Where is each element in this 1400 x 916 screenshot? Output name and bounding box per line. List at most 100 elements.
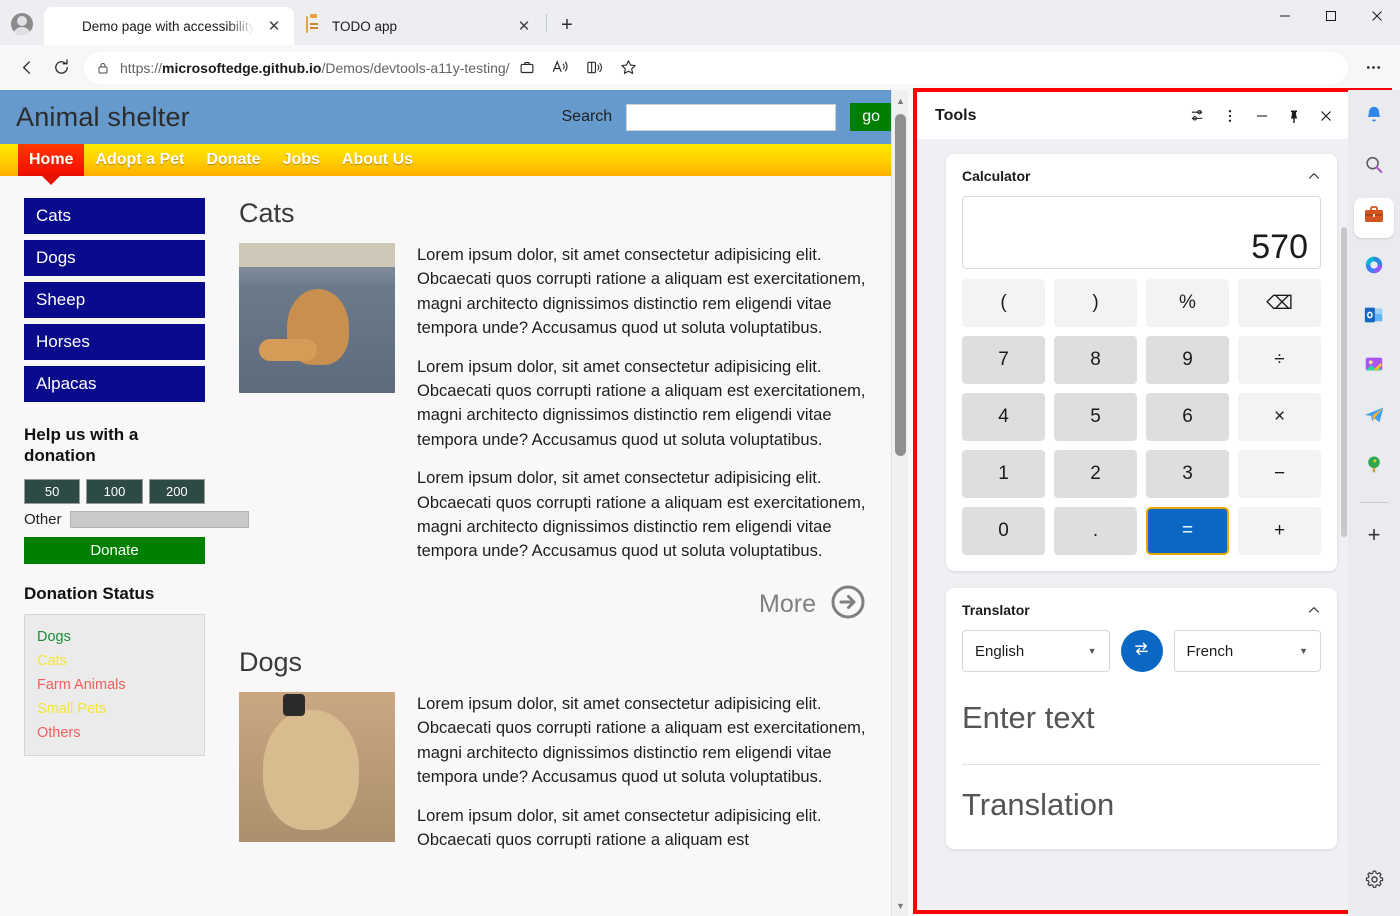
chevron-up-icon[interactable]: [1307, 603, 1321, 617]
nav-item-home[interactable]: Home: [18, 144, 84, 176]
favorites-star-icon[interactable]: [612, 51, 646, 85]
calculator-header: Calculator: [962, 168, 1321, 184]
tools-panel-scrollbar-thumb[interactable]: [1341, 227, 1347, 537]
nav-item-jobs[interactable]: Jobs: [272, 144, 331, 176]
maximize-window-icon[interactable]: [1308, 0, 1354, 32]
calc-key-close-paren[interactable]: ): [1054, 279, 1137, 327]
minimize-icon[interactable]: [1247, 101, 1277, 131]
category-dogs[interactable]: Dogs: [24, 240, 205, 276]
more-link-cats[interactable]: More: [239, 584, 866, 625]
refresh-icon[interactable]: [44, 51, 78, 85]
donation-status-list: Dogs Cats Farm Animals Small Pets Others: [24, 614, 205, 756]
calc-key-percent[interactable]: %: [1146, 279, 1229, 327]
scroll-down-icon[interactable]: ▼: [892, 897, 909, 914]
minimize-window-icon[interactable]: [1262, 0, 1308, 32]
collections-icon[interactable]: [510, 51, 544, 85]
category-sheep[interactable]: Sheep: [24, 282, 205, 318]
address-bar[interactable]: https://microsoftedge.github.io/Demos/de…: [84, 52, 1348, 84]
more-vertical-icon[interactable]: [1215, 101, 1245, 131]
calc-key-multiply[interactable]: ×: [1238, 393, 1321, 441]
calc-key-6[interactable]: 6: [1146, 393, 1229, 441]
calc-key-1[interactable]: 1: [962, 450, 1045, 498]
status-item-cats: Cats: [37, 649, 192, 673]
avatar: [11, 13, 33, 35]
target-language-value: French: [1187, 643, 1234, 660]
pin-icon[interactable]: [1279, 101, 1309, 131]
sidebar-item-image-editor[interactable]: [1354, 348, 1394, 388]
source-language-select[interactable]: English ▼: [962, 630, 1110, 672]
sidebar-item-copilot[interactable]: [1354, 248, 1394, 288]
calc-key-2[interactable]: 2: [1054, 450, 1137, 498]
calculator-display[interactable]: 570: [962, 196, 1321, 269]
tab-close-icon[interactable]: ✕: [512, 14, 536, 38]
calculator-card: Calculator 570 ( ) % ⌫ 7 8 9 ÷: [946, 154, 1337, 571]
calc-key-decimal[interactable]: .: [1054, 507, 1137, 555]
calc-key-minus[interactable]: −: [1238, 450, 1321, 498]
calc-key-8[interactable]: 8: [1054, 336, 1137, 384]
calc-key-open-paren[interactable]: (: [962, 279, 1045, 327]
search-input[interactable]: [626, 104, 836, 131]
close-window-icon[interactable]: [1354, 0, 1400, 32]
sidebar-item-games[interactable]: [1354, 448, 1394, 488]
settings-sliders-icon[interactable]: [1183, 101, 1213, 131]
chevron-down-icon: ▼: [1088, 646, 1097, 656]
read-aloud-icon[interactable]: [544, 51, 578, 85]
arrow-right-circle-icon: [830, 584, 866, 625]
category-cats[interactable]: Cats: [24, 198, 205, 234]
tab-demo-page[interactable]: Demo page with accessibility iss ✕: [44, 7, 294, 45]
page-body: Cats Dogs Sheep Horses Alpacas Help us w…: [0, 176, 908, 866]
paragraph: Lorem ipsum dolor, sit amet consectetur …: [417, 355, 866, 453]
calc-key-7[interactable]: 7: [962, 336, 1045, 384]
calc-key-5[interactable]: 5: [1054, 393, 1137, 441]
tab-close-icon[interactable]: ✕: [262, 14, 286, 38]
chevron-up-icon[interactable]: [1307, 169, 1321, 183]
tools-panel: Tools: [917, 92, 1351, 910]
nav-item-about-us[interactable]: About Us: [331, 144, 424, 176]
calculator-display-value: 570: [1251, 230, 1308, 264]
sidebar-item-search[interactable]: [1354, 148, 1394, 188]
calc-key-0[interactable]: 0: [962, 507, 1045, 555]
page-scrollbar[interactable]: ▲ ▼: [891, 90, 908, 916]
more-label: More: [759, 590, 816, 619]
calc-key-3[interactable]: 3: [1146, 450, 1229, 498]
edge-logo-icon: [56, 17, 74, 35]
tools-panel-scrollbar[interactable]: [1340, 147, 1348, 877]
donation-status-heading: Donation Status: [24, 584, 205, 604]
sidebar-item-notifications[interactable]: [1354, 98, 1394, 138]
category-alpacas[interactable]: Alpacas: [24, 366, 205, 402]
tab-title: TODO app: [332, 19, 504, 34]
scroll-up-icon[interactable]: ▲: [892, 92, 909, 109]
more-options-icon[interactable]: [1356, 51, 1390, 85]
category-horses[interactable]: Horses: [24, 324, 205, 360]
donation-amount-200[interactable]: 200: [149, 479, 205, 504]
calc-key-plus[interactable]: +: [1238, 507, 1321, 555]
close-icon[interactable]: [1311, 101, 1341, 131]
sidebar-add-button[interactable]: +: [1354, 515, 1394, 555]
translator-header: Translator: [962, 602, 1321, 618]
page-scrollbar-thumb[interactable]: [895, 114, 906, 456]
search-go-button[interactable]: go: [850, 103, 892, 131]
swap-languages-button[interactable]: [1121, 630, 1163, 672]
calc-key-9[interactable]: 9: [1146, 336, 1229, 384]
translator-input[interactable]: Enter text: [962, 680, 1321, 765]
new-tab-button[interactable]: +: [549, 9, 585, 41]
sidebar-item-telegram[interactable]: [1354, 398, 1394, 438]
immersive-reader-icon[interactable]: [578, 51, 612, 85]
tab-todo-app[interactable]: TODO app ✕: [294, 7, 544, 45]
nav-item-donate[interactable]: Donate: [195, 144, 271, 176]
donation-amount-50[interactable]: 50: [24, 479, 80, 504]
profile-button[interactable]: [0, 3, 44, 45]
tools-panel-body: Calculator 570 ( ) % ⌫ 7 8 9 ÷: [917, 139, 1351, 910]
sidebar-item-tools[interactable]: [1354, 198, 1394, 238]
donate-submit-button[interactable]: Donate: [24, 537, 205, 564]
sidebar-settings-button[interactable]: [1354, 862, 1394, 902]
calc-key-equals[interactable]: =: [1146, 507, 1229, 555]
nav-item-adopt-a-pet[interactable]: Adopt a Pet: [84, 144, 195, 176]
calc-key-4[interactable]: 4: [962, 393, 1045, 441]
target-language-select[interactable]: French ▼: [1174, 630, 1322, 672]
back-icon[interactable]: [10, 51, 44, 85]
calc-key-divide[interactable]: ÷: [1238, 336, 1321, 384]
calc-key-backspace-icon[interactable]: ⌫: [1238, 279, 1321, 327]
donation-amount-100[interactable]: 100: [86, 479, 142, 504]
sidebar-item-outlook[interactable]: [1354, 298, 1394, 338]
